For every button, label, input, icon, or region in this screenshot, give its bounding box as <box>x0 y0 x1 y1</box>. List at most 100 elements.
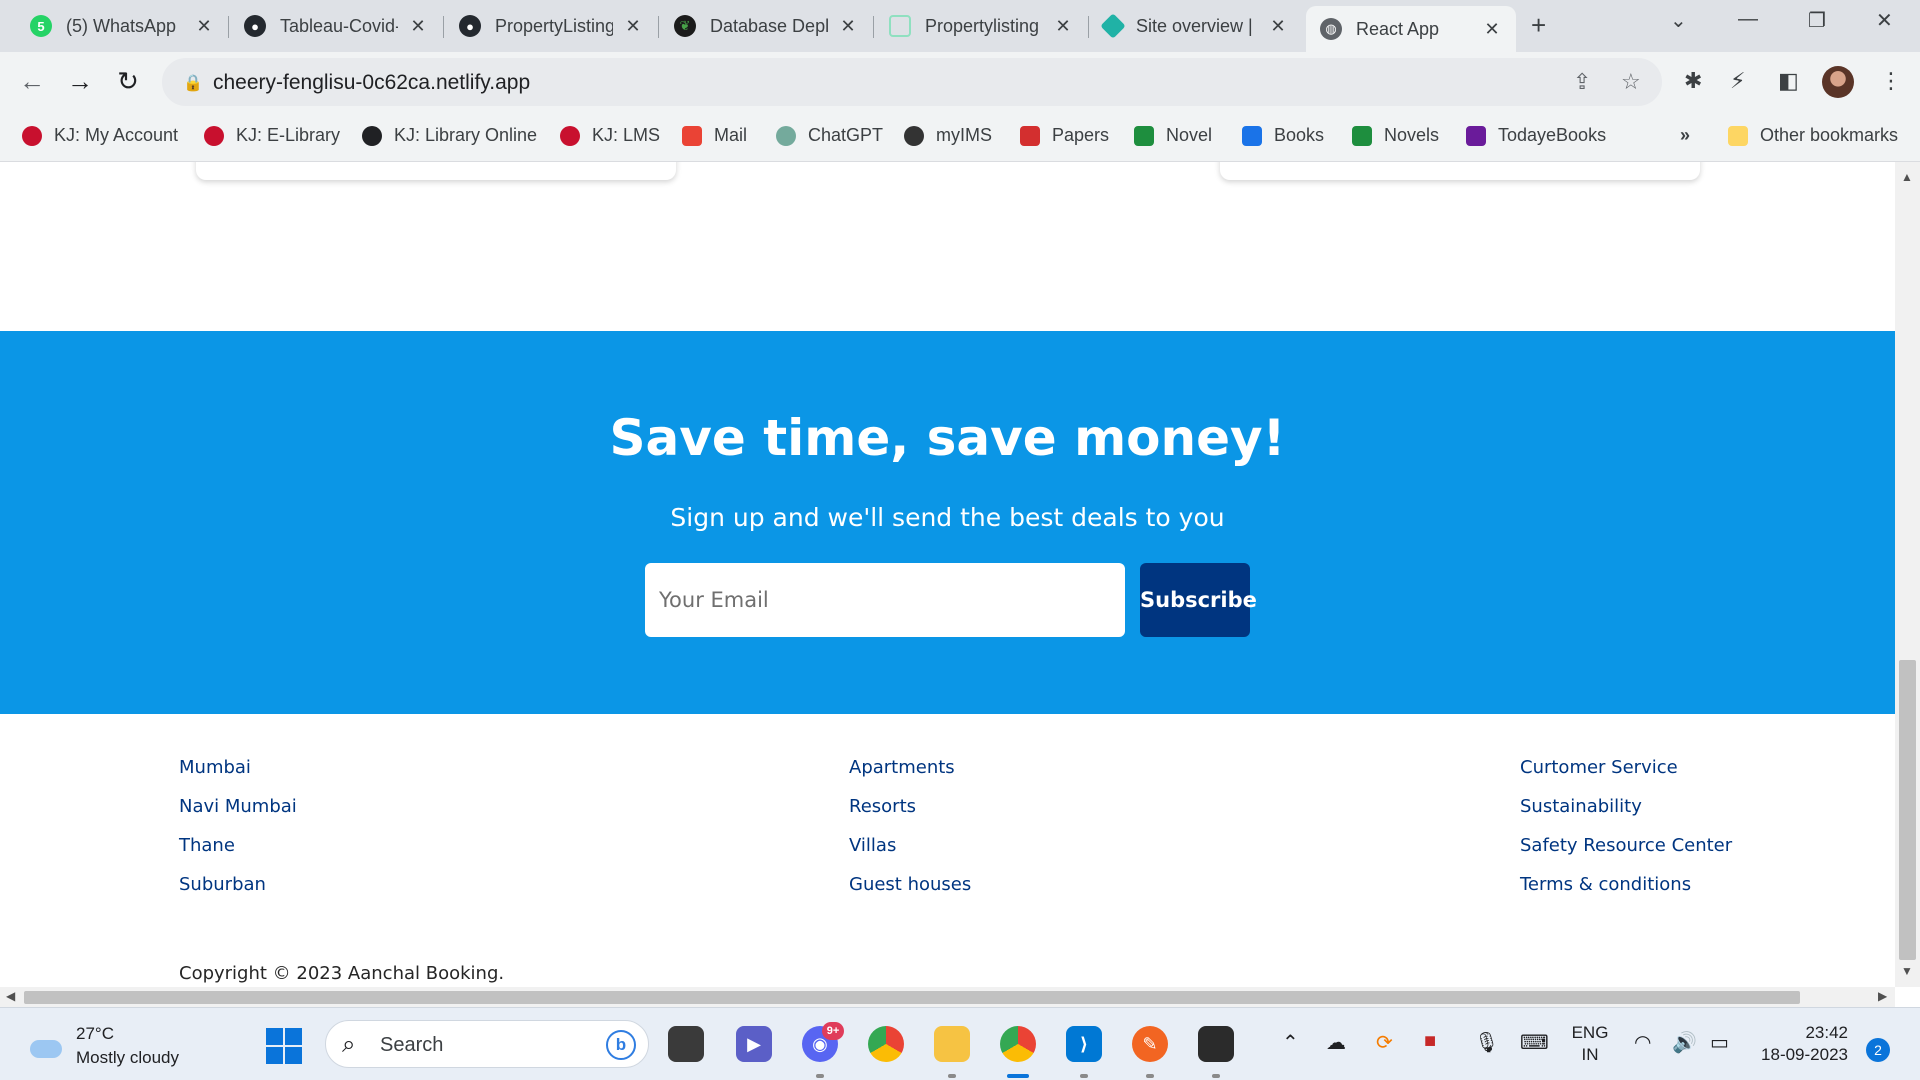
close-icon[interactable]: ✕ <box>1482 19 1502 40</box>
tab-search-icon[interactable]: ⌄ <box>1670 8 1687 33</box>
bookmarks-overflow-button[interactable]: » <box>1680 125 1690 146</box>
forward-icon[interactable]: → <box>64 66 96 97</box>
keyboard-icon[interactable]: ⌨ <box>1520 1030 1549 1055</box>
scroll-down-icon[interactable]: ▼ <box>1901 964 1913 978</box>
performance-icon[interactable]: ⚡ <box>1730 68 1745 94</box>
tab-database-deploy[interactable]: ❦ Database Depl ✕ <box>660 6 872 46</box>
new-tab-button[interactable]: + <box>1531 10 1546 41</box>
bookmark-myims[interactable]: myIMS <box>904 125 992 146</box>
bookmark-novel[interactable]: Novel <box>1134 125 1212 146</box>
onedrive-icon[interactable]: ☁ <box>1326 1030 1346 1055</box>
chrome-active-icon[interactable] <box>1000 1026 1036 1062</box>
footer-link-navi-mumbai[interactable]: Navi Mumbai <box>179 797 297 836</box>
footer-link-sustainability[interactable]: Sustainability <box>1520 797 1732 836</box>
footer-link-safety-resource-center[interactable]: Safety Resource Center <box>1520 836 1732 875</box>
bookmark-kj-lms[interactable]: KJ: LMS <box>560 125 660 146</box>
close-icon[interactable]: ✕ <box>194 16 214 37</box>
vertical-scrollbar[interactable]: ▲ ▼ <box>1895 162 1920 987</box>
tab-whatsapp[interactable]: 5 (5) WhatsApp ✕ <box>16 6 228 46</box>
footer-link-mumbai[interactable]: Mumbai <box>179 758 297 797</box>
email-field[interactable] <box>645 563 1125 637</box>
menu-icon[interactable]: ⋮ <box>1880 68 1902 94</box>
share-icon[interactable]: ⇪ <box>1573 69 1591 95</box>
bookmark-chatgpt[interactable]: ChatGPT <box>776 125 883 146</box>
horizontal-scrollbar[interactable]: ◀ ▶ <box>0 987 1895 1007</box>
profile-avatar[interactable] <box>1822 66 1854 98</box>
close-window-icon[interactable]: ✕ <box>1876 8 1893 33</box>
bookmark-books[interactable]: Books <box>1242 125 1324 146</box>
windows-start-icon[interactable] <box>266 1028 302 1064</box>
scroll-right-icon[interactable]: ▶ <box>1878 989 1887 1003</box>
microphone-icon[interactable]: 🎙 <box>1474 1030 1499 1055</box>
close-icon[interactable]: ✕ <box>1053 16 1073 37</box>
listing-card[interactable] <box>1220 162 1700 180</box>
reload-icon[interactable]: ↻ <box>112 66 144 97</box>
bookmark-star-icon[interactable]: ☆ <box>1621 69 1641 95</box>
footer-link-resorts[interactable]: Resorts <box>849 797 971 836</box>
extensions-icon[interactable]: ✱ <box>1684 68 1702 94</box>
close-icon[interactable]: ✕ <box>1268 16 1288 37</box>
back-icon[interactable]: ← <box>16 66 48 97</box>
sticky-notes-icon[interactable] <box>1198 1026 1234 1062</box>
close-icon[interactable]: ✕ <box>623 16 643 37</box>
postman-icon[interactable]: ✎ <box>1132 1026 1168 1062</box>
footer-link-suburban[interactable]: Suburban <box>179 875 297 914</box>
papers-icon <box>1020 125 1040 146</box>
language-indicator[interactable]: ENG IN <box>1570 1022 1610 1066</box>
tab-title: Propertylisting <box>925 15 1040 36</box>
bookmark-todayebooks[interactable]: TodayeBooks <box>1466 125 1606 146</box>
show-hidden-icons[interactable]: ⌃ <box>1282 1030 1299 1055</box>
tab-tableau-covid[interactable]: ● Tableau-Covid- ✕ <box>230 6 442 46</box>
footer-link-customer-service[interactable]: Curtomer Service <box>1520 758 1732 797</box>
tab-propertylisting[interactable]: Propertylisting ✕ <box>875 6 1087 46</box>
restore-icon[interactable]: ❐ <box>1808 8 1826 33</box>
bookmark-kj-library-online[interactable]: KJ: Library Online <box>362 125 537 146</box>
scroll-up-icon[interactable]: ▲ <box>1901 170 1913 184</box>
clock-date: 18-09-2023 <box>1761 1045 1848 1064</box>
minimize-icon[interactable]: — <box>1738 8 1758 31</box>
chrome-icon[interactable] <box>868 1026 904 1062</box>
close-icon[interactable]: ✕ <box>408 16 428 37</box>
globe-icon <box>362 125 382 146</box>
lock-icon[interactable]: 🔒 <box>183 73 203 93</box>
footer-link-villas[interactable]: Villas <box>849 836 971 875</box>
bookmark-papers[interactable]: Papers <box>1020 125 1109 146</box>
close-icon[interactable]: ✕ <box>838 16 858 37</box>
wifi-icon[interactable]: ◠ <box>1634 1030 1651 1055</box>
teams-chat-icon[interactable]: ▶ <box>736 1026 772 1062</box>
antivirus-icon[interactable]: ■ <box>1424 1030 1436 1053</box>
bookmark-kj-e-library[interactable]: KJ: E-Library <box>204 125 340 146</box>
tab-title: Tableau-Covid- <box>280 15 398 36</box>
weather-widget[interactable]: 27°C Mostly cloudy <box>26 1022 179 1070</box>
scroll-left-icon[interactable]: ◀ <box>6 989 15 1003</box>
vscode-icon[interactable]: ⟩ <box>1066 1026 1102 1062</box>
tab-title: PropertyListing <box>495 15 613 36</box>
folder-icon <box>1728 125 1748 146</box>
side-panel-icon[interactable]: ◧ <box>1778 68 1799 94</box>
bookmark-mail[interactable]: Mail <box>682 125 747 146</box>
bookmark-kj-my-account[interactable]: KJ: My Account <box>22 125 178 146</box>
scroll-thumb[interactable] <box>24 991 1800 1004</box>
tab-propertylisting-github[interactable]: ● PropertyListing ✕ <box>445 6 657 46</box>
sync-icon[interactable]: ⟳ <box>1376 1030 1393 1055</box>
listing-card[interactable] <box>196 162 676 180</box>
clock[interactable]: 23:42 18-09-2023 <box>1752 1022 1848 1066</box>
notification-count[interactable]: 2 <box>1866 1038 1890 1062</box>
subscribe-button[interactable]: Subscribe <box>1140 563 1257 637</box>
address-bar[interactable]: 🔒 cheery-fenglisu-0c62ca.netlify.app ⇪ ☆ <box>162 58 1662 106</box>
bookmark-novels[interactable]: Novels <box>1352 125 1439 146</box>
task-view-icon[interactable] <box>668 1026 704 1062</box>
footer-link-thane[interactable]: Thane <box>179 836 297 875</box>
scroll-thumb[interactable] <box>1899 660 1916 960</box>
footer-link-guest-houses[interactable]: Guest houses <box>849 875 971 914</box>
tab-react-app[interactable]: ◍ React App ✕ <box>1306 6 1516 52</box>
bing-icon[interactable]: b <box>606 1030 636 1060</box>
footer-link-terms-conditions[interactable]: Terms & conditions <box>1520 875 1732 914</box>
tab-site-overview[interactable]: Site overview | ✕ <box>1090 6 1302 46</box>
taskbar-search[interactable]: ⌕ Search b <box>325 1020 649 1068</box>
volume-icon[interactable]: 🔊 <box>1672 1030 1697 1055</box>
other-bookmarks[interactable]: Other bookmarks <box>1728 125 1898 146</box>
footer-link-apartments[interactable]: Apartments <box>849 758 971 797</box>
battery-icon[interactable]: ▭ <box>1710 1030 1729 1055</box>
file-explorer-icon[interactable] <box>934 1026 970 1062</box>
